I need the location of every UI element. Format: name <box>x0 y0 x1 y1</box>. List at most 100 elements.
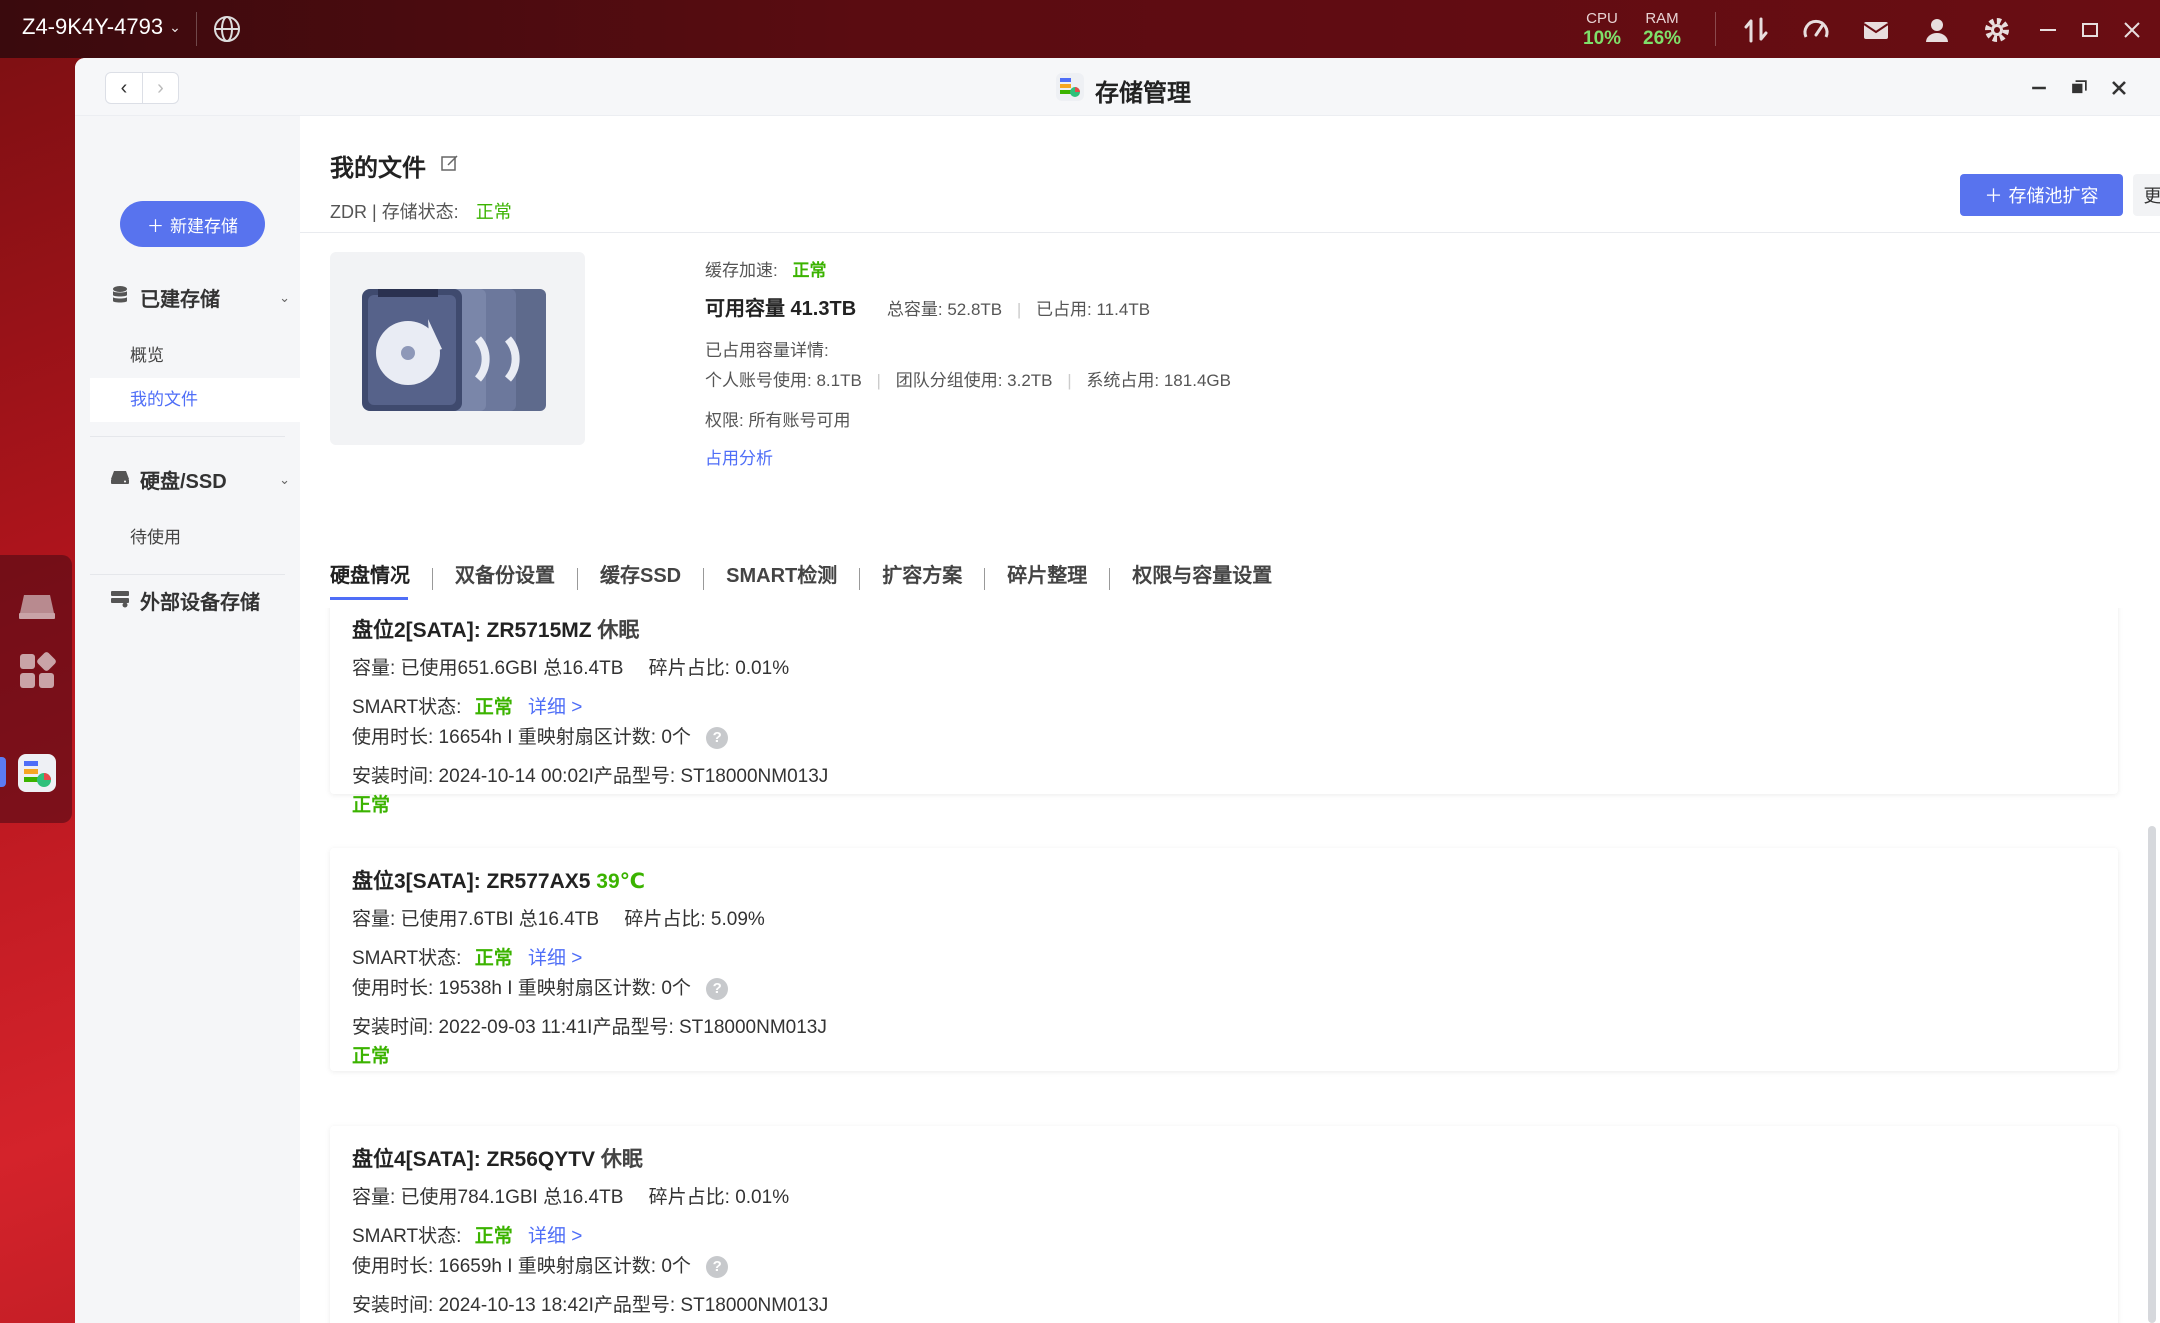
tab-dual-backup[interactable]: 双备份设置 <box>433 556 577 602</box>
smart-label: SMART状态: <box>352 697 462 718</box>
disk-name: 盘位3[SATA]: ZR577AX5 <box>352 870 591 893</box>
divider <box>196 12 197 46</box>
status-label: 存储状态: <box>381 202 459 222</box>
tab-permission-quota[interactable]: 权限与容量设置 <box>1110 556 1294 602</box>
window-titlebar: ‹ › 存储管理 <box>75 58 2160 116</box>
disk-capacity-text: 容量: 已使用784.1GBI 总16.4TB <box>352 1187 624 1208</box>
globe-icon[interactable] <box>212 14 242 44</box>
plus-icon: ＋ <box>1984 186 2003 206</box>
hard-disk-icon <box>110 467 130 493</box>
external-storage-icon <box>110 588 130 614</box>
tab-smart-check[interactable]: SMART检测 <box>704 556 859 602</box>
expand-pool-label: 存储池扩容 <box>2008 186 2099 206</box>
transfer-icon[interactable] <box>1740 14 1772 46</box>
chevron-down-icon: ⌄ <box>279 289 290 305</box>
disk-state: 休眠 <box>597 619 640 642</box>
disk-temperature: 39℃ <box>596 870 646 893</box>
section-built-storage[interactable]: 已建存储 ⌄ <box>110 283 290 312</box>
nav-buttons: ‹ › <box>105 72 179 104</box>
help-icon[interactable]: ? <box>706 726 729 749</box>
tab-disk-status[interactable]: 硬盘情况 <box>330 556 432 602</box>
used-capacity: 已占用: 11.4TB <box>1036 300 1151 319</box>
cpu-label: CPU <box>1586 10 1618 27</box>
section-external-storage[interactable]: 外部设备存储 <box>110 586 290 615</box>
disk-status-badge: 正常 <box>352 1046 391 1067</box>
window-restore-icon[interactable] <box>2065 74 2093 102</box>
smart-value: 正常 <box>474 948 513 969</box>
forward-button[interactable]: › <box>141 73 178 103</box>
ram-label: RAM <box>1645 10 1679 27</box>
total-capacity: 总容量: 52.8TB <box>886 300 1003 319</box>
disk-state: 休眠 <box>600 1148 643 1171</box>
disk-card: 盘位4[SATA]: ZR56QYTV 休眠 容量: 已使用784.1GBI 总… <box>330 1126 2118 1323</box>
help-icon[interactable]: ? <box>706 1255 729 1278</box>
disk-smart: SMART状态: 正常 详细 > <box>352 1221 582 1248</box>
smart-detail-link[interactable]: 详细 > <box>528 1226 582 1247</box>
tab-expansion-plan[interactable]: 扩容方案 <box>860 556 984 602</box>
main-panel: 我的文件 ZDR | 存储状态: 正常 ＋ 存储池扩容 更多 ⌄ <box>300 116 2160 1323</box>
usage-detail-label: 已占用容量详情: <box>705 341 829 360</box>
scrollbar[interactable] <box>2148 826 2156 1323</box>
disk-smart: SMART状态: 正常 详细 > <box>352 943 582 970</box>
window-close-icon[interactable] <box>2105 74 2133 102</box>
expand-pool-button[interactable]: ＋ 存储池扩容 <box>1960 174 2123 216</box>
cache-label: 缓存加速: <box>705 261 778 280</box>
disk-title: 盘位2[SATA]: ZR5715MZ 休眠 <box>352 614 639 644</box>
sidebar-item-my-files[interactable]: 我的文件 <box>90 378 300 422</box>
separator: | <box>1067 371 1072 390</box>
plus-icon: ＋ <box>147 216 164 236</box>
divider <box>1715 12 1716 46</box>
zdr-label: ZDR <box>330 202 367 222</box>
help-icon[interactable]: ? <box>706 977 729 1000</box>
app-dock <box>0 555 72 823</box>
more-button[interactable]: 更多 ⌄ <box>2133 174 2160 216</box>
divider <box>90 436 285 437</box>
section-external-storage-label: 外部设备存储 <box>140 592 260 614</box>
disk-usage: 使用时长: 19538h I 重映射扇区计数: 0个 ? <box>352 973 729 1000</box>
disk-status: 正常 <box>352 1041 390 1068</box>
drive-app-icon[interactable] <box>16 585 58 627</box>
disk-capacity: 容量: 已使用784.1GBI 总16.4TB 碎片占比: 0.01% <box>352 1182 789 1209</box>
apps-grid-icon[interactable] <box>16 650 58 692</box>
user-icon[interactable] <box>1921 14 1953 46</box>
device-name: Z4-9K4Y-4793 <box>22 14 164 39</box>
smart-detail-link[interactable]: 详细 > <box>528 697 582 718</box>
disk-usage-text: 使用时长: 16654h I 重映射扇区计数: 0个 <box>352 727 691 748</box>
hard-drives-icon <box>361 288 546 411</box>
minimize-icon[interactable] <box>2032 14 2064 46</box>
new-storage-label: 新建存储 <box>170 216 238 236</box>
section-built-storage-label: 已建存储 <box>140 289 220 311</box>
sidebar-item-overview[interactable]: 概览 <box>90 334 300 378</box>
mail-icon[interactable] <box>1860 14 1892 46</box>
tab-cache-ssd[interactable]: 缓存SSD <box>578 556 703 602</box>
device-selector[interactable]: Z4-9K4Y-4793 ⌄ <box>22 14 181 40</box>
disk-usage-text: 使用时长: 19538h I 重映射扇区计数: 0个 <box>352 978 691 999</box>
separator: | <box>367 202 382 222</box>
disk-card: 盘位3[SATA]: ZR577AX5 39℃ 容量: 已使用7.6TBI 总1… <box>330 848 2118 1071</box>
available-capacity: 可用容量 41.3TB <box>705 298 857 320</box>
tab-defrag[interactable]: 碎片整理 <box>985 556 1109 602</box>
maximize-icon[interactable] <box>2074 14 2106 46</box>
usage-analysis-link-text[interactable]: 占用分析 <box>705 449 773 468</box>
section-disk-ssd[interactable]: 硬盘/SSD ⌄ <box>110 465 290 494</box>
usage-analysis-link[interactable]: 占用分析 <box>705 444 773 469</box>
disk-title: 盘位3[SATA]: ZR577AX5 39℃ <box>352 865 645 895</box>
smart-detail-link[interactable]: 详细 > <box>528 948 582 969</box>
edit-icon[interactable] <box>440 152 460 180</box>
window-minimize-icon[interactable] <box>2025 74 2053 102</box>
sidebar-item-pending[interactable]: 待使用 <box>90 516 300 560</box>
cache-value: 正常 <box>792 261 827 280</box>
ram-value: 26% <box>1643 28 1682 49</box>
disk-install: 安装时间: 2022-09-03 11:41I产品型号: ST18000NM01… <box>352 1017 827 1038</box>
speed-icon[interactable] <box>1800 14 1832 46</box>
storage-manager-window: ‹ › 存储管理 ＋ 新建存储 已建存储 ⌄ 概览 我的文件 硬盘/SSD ⌄ … <box>75 58 2160 1323</box>
new-storage-button[interactable]: ＋ 新建存储 <box>120 201 265 247</box>
cpu-value: 10% <box>1583 28 1622 49</box>
storage-status-line: ZDR | 存储状态: 正常 <box>330 198 512 224</box>
disk-frag: 碎片占比: 5.09% <box>624 909 765 930</box>
close-icon[interactable] <box>2116 14 2148 46</box>
gear-icon[interactable] <box>1981 14 2013 46</box>
storage-manager-app-icon[interactable] <box>16 752 58 794</box>
team-usage: 团队分组使用: 3.2TB <box>895 371 1053 390</box>
back-button[interactable]: ‹ <box>106 73 142 103</box>
